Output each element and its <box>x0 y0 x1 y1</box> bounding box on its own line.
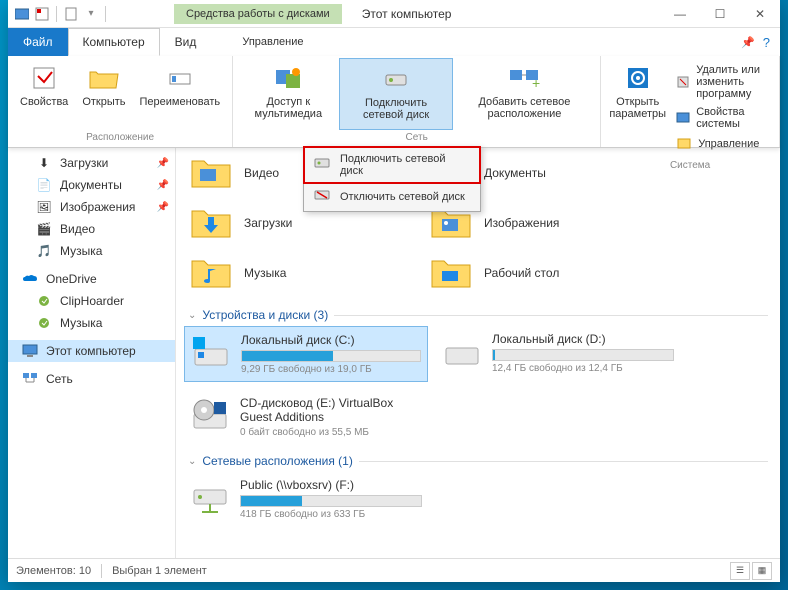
open-button[interactable]: Открыть <box>76 58 131 130</box>
tab-manage[interactable]: Управление <box>211 28 334 56</box>
videos-icon: 🎬 <box>36 221 52 237</box>
sidebar-item-downloads[interactable]: ⬇Загрузки📌 <box>8 152 175 174</box>
context-tab[interactable]: Средства работы с дисками <box>174 4 342 24</box>
statusbar: Элементов: 10 Выбран 1 элемент ☰ ▦ <box>8 558 780 582</box>
titlebar: ▾ Средства работы с дисками Этот компьют… <box>8 0 780 28</box>
explorer-window: ▾ Средства работы с дисками Этот компьют… <box>8 0 780 582</box>
system-properties-button[interactable]: Свойства системы <box>674 104 769 132</box>
help-icon[interactable]: ? <box>763 35 770 50</box>
sidebar-item-pictures[interactable]: 🖼Изображения📌 <box>8 196 175 218</box>
section-network[interactable]: ⌄Сетевые расположения (1) <box>184 444 772 472</box>
sidebar-item-thispc[interactable]: Этот компьютер <box>8 340 175 362</box>
add-network-button[interactable]: + Добавить сетевое расположение <box>455 58 594 130</box>
close-button[interactable]: ✕ <box>740 0 780 28</box>
chevron-down-icon: ⌄ <box>188 310 196 321</box>
drive-cd[interactable]: CD-дисковод (E:) VirtualBox Guest Additi… <box>184 390 428 444</box>
view-icons-button[interactable]: ▦ <box>752 562 772 580</box>
network-icon <box>22 371 38 387</box>
status-item-count: Элементов: 10 <box>16 565 91 577</box>
view-details-button[interactable]: ☰ <box>730 562 750 580</box>
folder-music[interactable]: Музыка <box>184 248 424 298</box>
media-access-button[interactable]: Доступ к мультимедиа <box>239 58 337 130</box>
pin-icon[interactable]: 📌 <box>157 158 169 169</box>
sidebar-item-network[interactable]: Сеть <box>8 368 175 390</box>
properties-button[interactable]: Свойства <box>14 58 74 130</box>
onedrive-icon <box>22 271 38 287</box>
sidebar-item-cliphoarder[interactable]: ClipHoarder <box>8 290 175 312</box>
tab-computer[interactable]: Компьютер <box>68 28 160 56</box>
qat-dropdown-icon[interactable]: ▾ <box>83 6 99 22</box>
window-title: Этот компьютер <box>362 7 452 21</box>
sidebar-item-videos[interactable]: 🎬Видео <box>8 218 175 240</box>
svg-text:+: + <box>532 75 540 90</box>
qat-icon-explorer[interactable] <box>14 6 30 22</box>
map-drive-button[interactable]: Подключить сетевой диск <box>339 58 452 130</box>
ribbon-tabs: Файл Компьютер Вид Управление 📌 ? <box>8 28 780 56</box>
desktop-folder-icon <box>430 254 472 292</box>
tab-view[interactable]: Вид <box>160 28 212 56</box>
qat-icon-doc[interactable] <box>63 6 79 22</box>
pictures-icon: 🖼 <box>36 199 52 215</box>
music-icon: 🎵 <box>36 243 52 259</box>
status-selection: Выбран 1 элемент <box>112 565 207 577</box>
drive-c[interactable]: Локальный диск (C:)9,29 ГБ свободно из 1… <box>184 326 428 382</box>
open-settings-button[interactable]: Открыть параметры <box>607 58 668 158</box>
rename-button[interactable]: Переименовать <box>134 58 227 130</box>
dropdown-disconnect-drive[interactable]: Отключить сетевой диск <box>304 183 480 211</box>
documents-icon: 📄 <box>36 177 52 193</box>
sidebar-item-music[interactable]: 🎵Музыка <box>8 240 175 262</box>
cd-drive-icon <box>190 396 230 436</box>
pin-icon[interactable]: 📌 <box>157 180 169 191</box>
dropdown-connect-drive[interactable]: Подключить сетевой диск <box>304 147 480 183</box>
sidebar-item-documents[interactable]: 📄Документы📌 <box>8 174 175 196</box>
drive-icon <box>191 333 231 373</box>
computer-icon <box>22 343 38 359</box>
videos-folder-icon <box>190 154 232 192</box>
tab-file[interactable]: Файл <box>8 28 68 56</box>
qat-icon-props[interactable] <box>34 6 50 22</box>
sidebar-item-onedrive[interactable]: OneDrive <box>8 268 175 290</box>
downloads-icon: ⬇ <box>36 155 52 171</box>
drive-d[interactable]: Локальный диск (D:)12,4 ГБ свободно из 1… <box>436 326 680 382</box>
uninstall-program-button[interactable]: Удалить или изменить программу <box>674 62 769 102</box>
sidebar-item-music2[interactable]: Музыка <box>8 312 175 334</box>
drive-connect-icon <box>314 157 330 173</box>
drive-network[interactable]: Public (\\vboxsrv) (F:)418 ГБ свободно и… <box>184 472 428 526</box>
drive-disconnect-icon <box>314 189 330 205</box>
pin-icon[interactable]: 📌 <box>157 202 169 213</box>
pin-ribbon-icon[interactable]: 📌 <box>741 36 755 49</box>
drive-icon <box>442 332 482 372</box>
minimize-button[interactable]: — <box>660 0 700 28</box>
navigation-pane[interactable]: ⬇Загрузки📌 📄Документы📌 🖼Изображения📌 🎬Ви… <box>8 148 176 558</box>
sync-icon <box>36 315 52 331</box>
chevron-down-icon: ⌄ <box>188 456 196 467</box>
folder-desktop[interactable]: Рабочий стол <box>424 248 664 298</box>
map-drive-dropdown: Подключить сетевой диск Отключить сетево… <box>303 146 481 212</box>
section-devices[interactable]: ⌄Устройства и диски (3) <box>184 298 772 326</box>
downloads-folder-icon <box>190 204 232 242</box>
ribbon: Свойства Открыть Переименовать Расположе… <box>8 56 780 148</box>
manage-button[interactable]: Управление <box>674 134 769 154</box>
network-drive-icon <box>190 478 230 518</box>
sync-icon <box>36 293 52 309</box>
music-folder-icon <box>190 254 232 292</box>
maximize-button[interactable]: ☐ <box>700 0 740 28</box>
